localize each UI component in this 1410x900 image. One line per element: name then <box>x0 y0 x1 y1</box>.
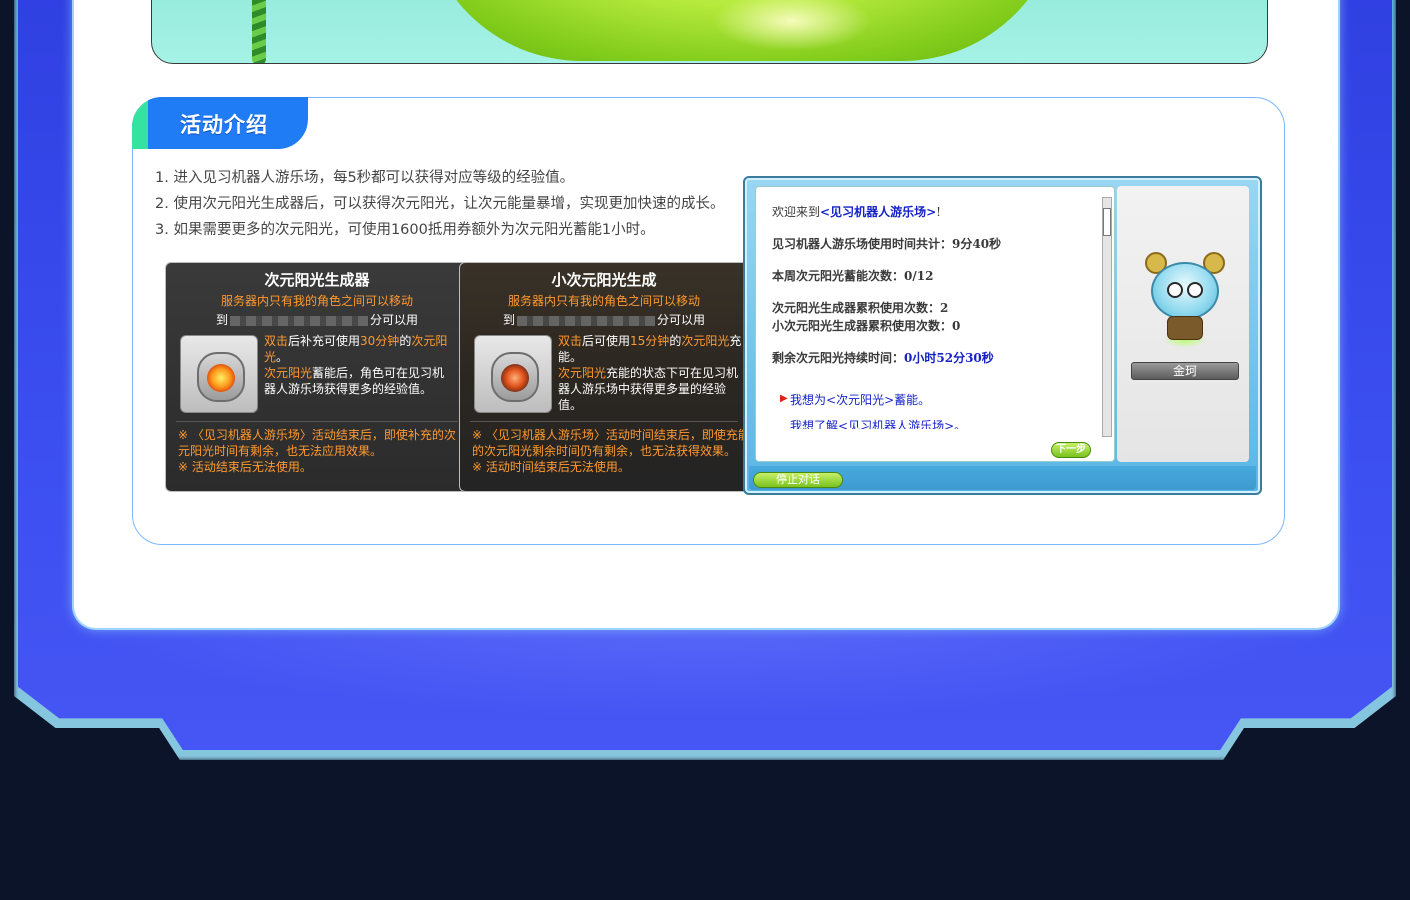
small-sun-generator-icon <box>485 344 543 404</box>
divider <box>176 421 458 422</box>
welcome-line: 欢迎来到<见习机器人游乐场>! <box>772 205 941 219</box>
intro-item: 2. 使用次元阳光生成器后，可以获得次元阳光，让次元能量暴增，实现更加快速的成长… <box>155 196 725 212</box>
item-description: 双击后补充可使用30分钟的次元阳光。 次元阳光蓄能后，角色可在见习机器人游乐场获… <box>264 334 448 396</box>
vine-decoration <box>252 0 266 63</box>
next-button[interactable]: 下一步 <box>1051 442 1091 458</box>
item-notes: ※ 〈见习机器人游乐场〉活动时间结束后，即使充能的次元阳光剩余时间仍有剩余，也无… <box>472 428 749 474</box>
redacted-date <box>517 315 655 326</box>
intro-item: 3. 如果需要更多的次元阳光，可使用1600抵用券额外为次元阳光蓄能1小时。 <box>155 222 655 238</box>
divider <box>470 421 738 422</box>
npc-name-plate: 金珂 <box>1131 362 1239 380</box>
item-title: 小次元阳光生成 <box>551 271 657 289</box>
option-learn-park[interactable]: 我想了解<见习机器人游乐场>。 <box>790 417 966 429</box>
npc-portrait-panel: 金珂 <box>1117 186 1249 462</box>
item-notes: ※ 〈见习机器人游乐场〉活动结束后，即使补充的次元阳光时间有剩余，也无法应用效果… <box>178 428 456 474</box>
sun-generator-icon <box>191 344 249 404</box>
item-tooltip-card: 小次元阳光生成 服务器内只有我的角色之间可以移动 到分可以用 双击后可使用15分… <box>459 262 749 492</box>
stop-conversation-button[interactable]: 停止对话 <box>753 472 843 488</box>
intro-item: 1. 进入见习机器人游乐场，每5秒都可以获得对应等级的经验值。 <box>155 170 575 186</box>
robot-npc-avatar <box>1145 252 1225 352</box>
usage-time-line: 见习机器人游乐场使用时间共计：9分40秒 <box>772 237 1002 251</box>
item-expiry: 到分可以用 <box>215 313 419 327</box>
item-description: 双击后可使用15分钟的次元阳光充能。 次元阳光充能的状态下可在见习机器人游乐场中… <box>558 334 742 412</box>
scrollbar-thumb[interactable] <box>1103 208 1111 236</box>
arrow-right-icon: ▶ <box>780 393 788 404</box>
small-generator-count-line: 小次元阳光生成器累积使用次数：0 <box>772 319 961 333</box>
intro-list: 1. 进入见习机器人游乐场，每5秒都可以获得对应等级的经验值。 2. 使用次元阳… <box>155 165 724 243</box>
item-icon-box <box>474 335 552 413</box>
option-charge-sunlight[interactable]: ▶ 我想为<次元阳光>蓄能。 <box>780 391 930 408</box>
dialog-scrollbar[interactable] <box>1102 197 1112 437</box>
item-expiry: 到分可以用 <box>502 313 706 327</box>
section-tab: 活动介绍 <box>132 97 308 149</box>
generator-count-line: 次元阳光生成器累积使用次数：2 <box>772 301 949 315</box>
weekly-charge-line: 本周次元阳光蓄能次数：0/12 <box>772 269 934 283</box>
top-banner <box>151 0 1268 64</box>
redacted-date <box>230 315 368 326</box>
item-tooltip-card: 次元阳光生成器 服务器内只有我的角色之间可以移动 到分可以用 双击后补充可使用3… <box>165 262 469 492</box>
item-restriction: 服务器内只有我的角色之间可以移动 <box>220 294 413 308</box>
item-restriction: 服务器内只有我的角色之间可以移动 <box>507 294 700 308</box>
remaining-time-line: 剩余次元阳光持续时间：0小时52分30秒 <box>772 351 994 365</box>
section-title: 活动介绍 <box>180 113 268 137</box>
item-icon-box <box>180 335 258 413</box>
npc-dialog-window: 欢迎来到<见习机器人游乐场>! 见习机器人游乐场使用时间共计：9分40秒 本周次… <box>743 176 1262 495</box>
dialog-text-area: 欢迎来到<见习机器人游乐场>! 见习机器人游乐场使用时间共计：9分40秒 本周次… <box>755 186 1115 462</box>
item-title: 次元阳光生成器 <box>264 271 370 289</box>
